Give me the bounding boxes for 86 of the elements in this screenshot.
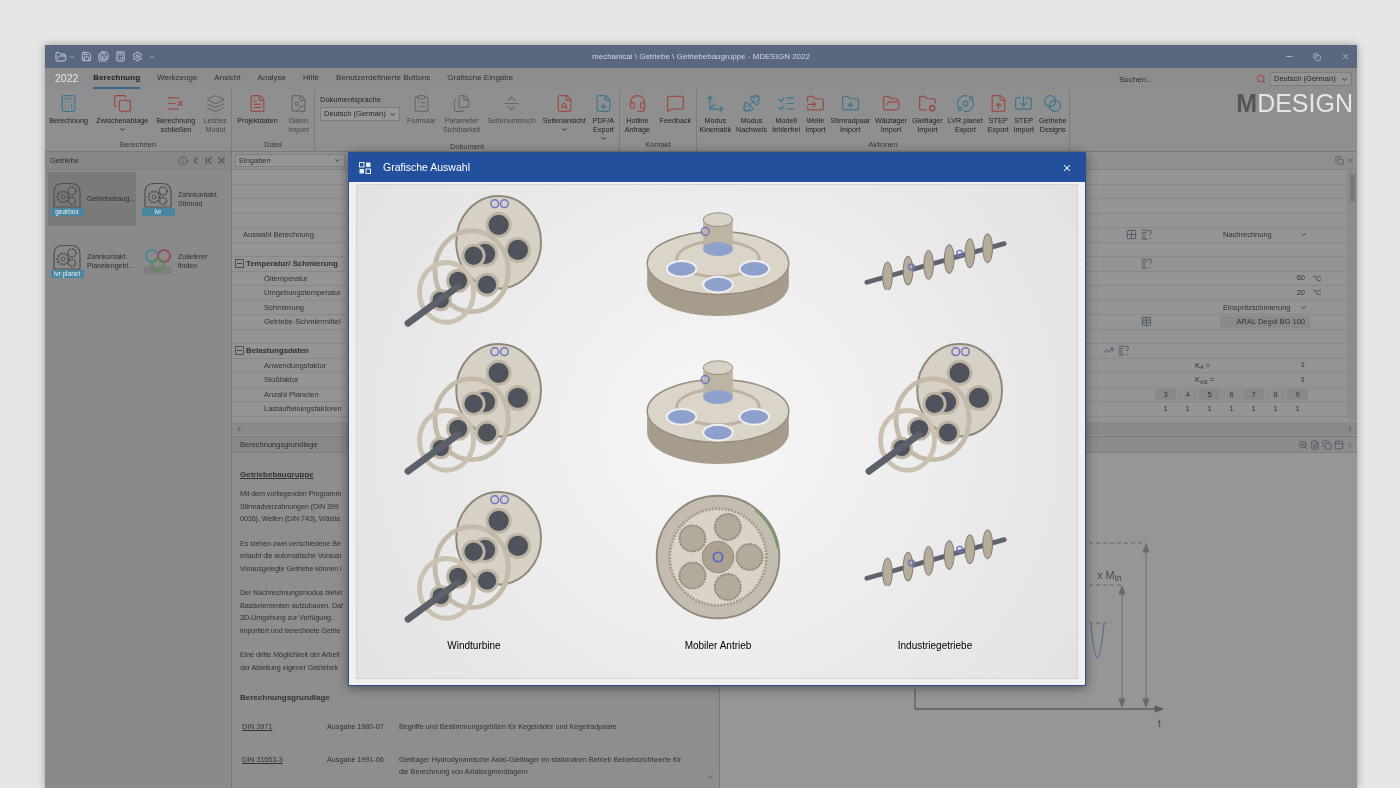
help-icon[interactable] [1141, 229, 1152, 241]
scroll-right-icon[interactable] [1346, 424, 1354, 433]
help-icon[interactable] [1118, 345, 1129, 357]
folder-gear-icon [917, 94, 937, 113]
restore-button[interactable] [1311, 50, 1323, 63]
copy-icon[interactable] [1322, 439, 1332, 450]
menu-tab[interactable]: Ansicht [214, 69, 241, 89]
close-icon [1062, 162, 1072, 173]
message-icon [665, 94, 685, 113]
axis-label: t [1158, 717, 1161, 731]
folder-input-icon [805, 94, 825, 113]
circles-icon [1043, 94, 1063, 113]
folder-icon [881, 94, 901, 113]
caret-icon [1300, 231, 1307, 239]
logo: MDESIGN [1236, 91, 1354, 116]
info-icon[interactable] [178, 155, 188, 166]
menu-tab[interactable]: Benutzerdefinierte Buttons [336, 69, 431, 89]
list-checks-icon [776, 94, 796, 113]
document-title-link[interactable]: Getriebebaugruppe [240, 470, 314, 480]
zoom-icon[interactable] [1298, 439, 1308, 450]
caret-icon [560, 126, 568, 133]
caret-icon [1300, 303, 1307, 311]
window-title: mechanical \ Getriebe \ Getriebebaugruppe - MDESIGN 2022 [592, 50, 810, 63]
caret-icon [334, 157, 341, 164]
page-icon[interactable] [1310, 439, 1320, 450]
caret-icon [389, 110, 396, 118]
copy-icon [112, 94, 132, 113]
caret-icon [1341, 75, 1348, 83]
search-icon[interactable] [1256, 74, 1266, 84]
search-field[interactable]: Suchen... [1117, 72, 1252, 86]
menu-tab[interactable]: Grafische Eingabe [447, 69, 514, 89]
grid-icon [359, 161, 371, 174]
page-break-icon [502, 94, 521, 113]
grid-icon[interactable] [1126, 229, 1137, 241]
headset-icon [627, 94, 647, 113]
option-label: Mobiler Antrieb [684, 639, 752, 653]
gearbox-icon [52, 182, 82, 208]
restore-icon [1313, 52, 1321, 61]
gearbox-drawing[interactable] [862, 232, 1008, 290]
menu-tab[interactable]: Analyse [257, 69, 287, 89]
caret-icon [118, 126, 126, 133]
app-menu-tab[interactable]: 2022 [55, 71, 79, 87]
calculator-icon[interactable] [115, 51, 126, 62]
folder-download-icon [840, 94, 860, 113]
settings-icon[interactable] [132, 51, 143, 62]
caret-icon[interactable] [149, 53, 155, 60]
import-icon [1014, 94, 1034, 113]
collapse-icon[interactable] [235, 259, 244, 269]
vertical-scrollbar[interactable] [1348, 170, 1357, 420]
dialog-title: Grafische Auswahl [383, 159, 470, 175]
rings-icon [143, 248, 173, 274]
option-label: Industriegetriebe [897, 639, 973, 653]
list-x-icon [166, 94, 186, 113]
table-icon[interactable] [1141, 316, 1152, 328]
copy-icon[interactable] [1335, 156, 1344, 165]
collapse-icon[interactable] [235, 346, 244, 356]
gearbox-icon [52, 244, 82, 270]
option-label: Windturbine [447, 639, 501, 653]
section-title: Berechnungsgrundlage [240, 693, 330, 703]
caret-icon[interactable] [69, 53, 75, 60]
dumbbell-icon [742, 94, 762, 113]
layers-icon [205, 94, 225, 113]
axes-icon [705, 94, 725, 113]
dimension-label: x M$_{tn}$ [1097, 568, 1122, 584]
caret-icon [599, 135, 607, 142]
save-icon[interactable] [81, 51, 92, 62]
close-icon[interactable] [216, 155, 227, 166]
torque-curve [1090, 623, 1105, 659]
file-image-icon [289, 94, 308, 113]
skip-left-icon[interactable] [203, 155, 214, 166]
close-icon[interactable] [1346, 156, 1355, 165]
window-icon[interactable] [1334, 439, 1344, 450]
files-icon [452, 94, 472, 113]
gearbox-drawing[interactable] [653, 492, 783, 622]
save-all-icon[interactable] [98, 51, 109, 62]
scroll-down-icon[interactable] [705, 772, 715, 782]
folder-icon[interactable] [55, 50, 67, 63]
scroll-left-icon[interactable] [235, 424, 243, 433]
gearbox-drawing[interactable] [862, 528, 1008, 586]
gearbox-icon [143, 182, 173, 208]
menu-tab[interactable]: Hilfe [303, 69, 320, 89]
document-icon [248, 94, 267, 113]
orbit-icon [955, 94, 975, 113]
menu-tab[interactable]: Werkzeuge [157, 69, 198, 89]
help-icon[interactable] [1141, 258, 1152, 270]
close-icon [1340, 52, 1350, 61]
